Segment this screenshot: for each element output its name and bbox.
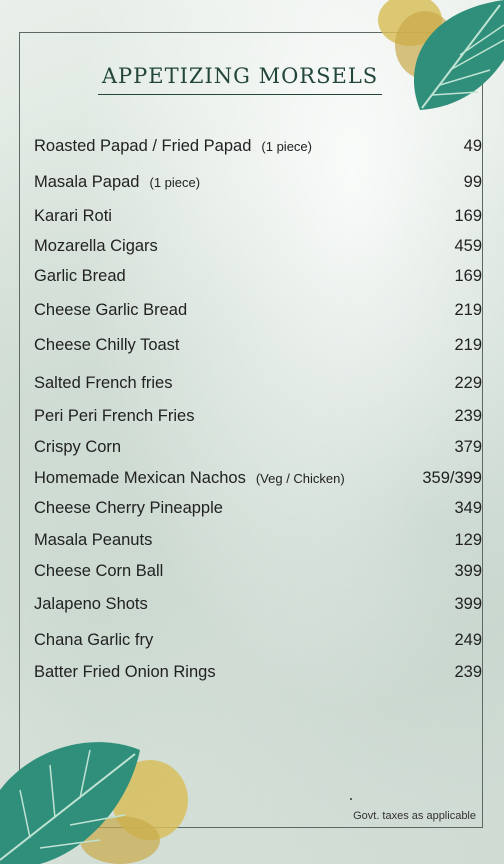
menu-item: Jalapeno Shots 399 (34, 595, 482, 617)
item-name: Cheese Chilly Toast (34, 336, 180, 354)
item-name: Salted French fries (34, 374, 173, 392)
item-price: 399 (454, 562, 482, 580)
item-name: Cheese Cherry Pineapple (34, 499, 223, 517)
item-name: Karari Roti (34, 207, 112, 225)
monstera-leaf-icon (0, 742, 188, 864)
menu-item: Roasted Papad / Fried Papad (1 piece) 49 (34, 137, 482, 159)
item-name: Chana Garlic fry (34, 631, 154, 649)
item-price: 49 (463, 137, 482, 155)
menu-item: Crispy Corn 379 (34, 438, 482, 460)
menu-item: Chana Garlic fry 249 (34, 631, 482, 653)
menu-item: Salted French fries 229 (34, 374, 482, 396)
menu-item: Mozarella Cigars 459 (34, 237, 482, 259)
item-price: 129 (454, 531, 482, 549)
item-price: 399 (454, 595, 482, 613)
item-price: 169 (454, 207, 482, 225)
menu-title: APPETIZING MORSELS (98, 64, 382, 95)
item-price: 239 (454, 663, 482, 681)
item-name: Peri Peri French Fries (34, 407, 195, 425)
item-price: 229 (454, 374, 482, 392)
menu-item: Cheese Corn Ball 399 (34, 562, 482, 584)
item-name: Jalapeno Shots (34, 595, 148, 613)
menu-item: Batter Fried Onion Rings 239 (34, 663, 482, 685)
item-name: Cheese Garlic Bread (34, 301, 188, 319)
decorative-dot (350, 798, 352, 800)
item-price: 219 (454, 301, 482, 319)
item-name: Mozarella Cigars (34, 237, 158, 255)
item-price: 459 (454, 237, 482, 255)
menu-item: Peri Peri French Fries 239 (34, 407, 482, 429)
item-price: 169 (454, 267, 482, 285)
item-price: 349 (454, 499, 482, 517)
item-price: 249 (454, 631, 482, 649)
tax-note: Govt. taxes as applicable (353, 810, 476, 822)
item-name: Masala Papad (34, 173, 140, 191)
item-price: 219 (454, 336, 482, 354)
item-name: Masala Peanuts (34, 531, 153, 549)
item-note: (Veg / Chicken) (255, 471, 345, 486)
menu-item: Masala Peanuts 129 (34, 531, 482, 553)
item-name: Cheese Corn Ball (34, 562, 164, 580)
menu-item: Karari Roti 169 (34, 207, 482, 229)
item-note: (1 piece) (261, 139, 312, 154)
menu-item: Cheese Garlic Bread 219 (34, 301, 482, 323)
item-name: Garlic Bread (34, 267, 126, 285)
monstera-leaf-icon (378, 0, 504, 110)
menu-item: Garlic Bread 169 (34, 267, 482, 289)
item-price: 99 (463, 173, 482, 191)
menu-item: Homemade Mexican Nachos (Veg / Chicken) 3… (34, 469, 482, 491)
item-price: 239 (454, 407, 482, 425)
item-name: Roasted Papad / Fried Papad (34, 137, 252, 155)
item-price: 379 (454, 438, 482, 456)
item-note: (1 piece) (149, 175, 201, 190)
menu-item: Cheese Cherry Pineapple 349 (34, 499, 482, 521)
item-name: Homemade Mexican Nachos (34, 469, 246, 487)
item-price: 359/399 (422, 469, 482, 487)
menu-item: Masala Papad (1 piece) 99 (34, 173, 482, 195)
item-name: Batter Fried Onion Rings (34, 663, 216, 681)
menu-item: Cheese Chilly Toast 219 (34, 336, 482, 358)
item-name: Crispy Corn (34, 438, 122, 456)
